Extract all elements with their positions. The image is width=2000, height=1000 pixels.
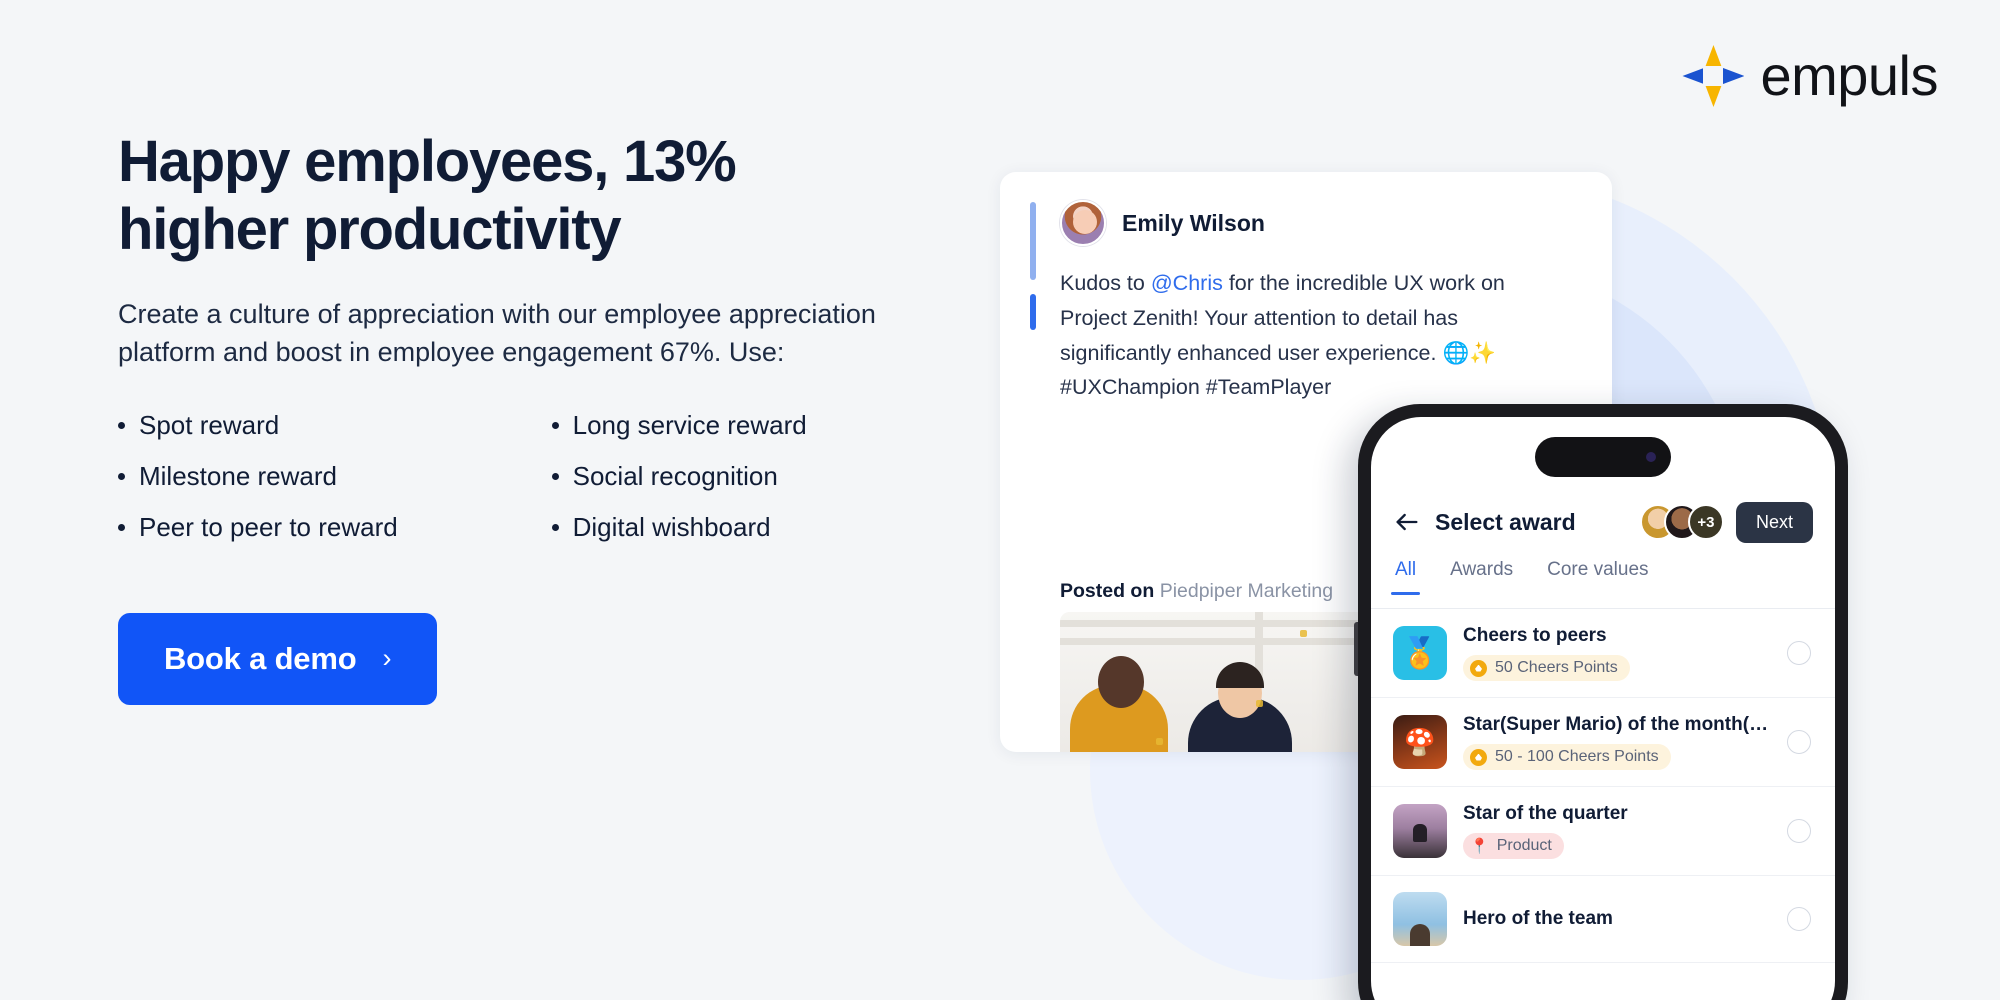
chevron-right-icon: › — [382, 643, 392, 674]
avatar-overflow-count: +3 — [1697, 513, 1715, 531]
phone-screen: Select award +3 Next All Awards Core val… — [1371, 417, 1835, 1000]
sunset-photo-icon — [1393, 804, 1447, 858]
confetti — [1256, 700, 1263, 707]
bullet-dot-icon — [551, 421, 559, 429]
category-chip: 📍 Product — [1463, 833, 1564, 859]
list-item[interactable]: Star(Super Mario) of the month(Dec... 50… — [1371, 698, 1835, 787]
accent-bar-light — [1030, 202, 1036, 280]
award-select-radio[interactable] — [1787, 907, 1811, 931]
list-item-label: Social recognition — [572, 460, 778, 491]
cta-label: Book a demo — [164, 640, 357, 676]
award-category-tabs: All Awards Core values — [1371, 559, 1835, 609]
award-select-radio[interactable] — [1787, 730, 1811, 754]
points-chip-label: 50 - 100 Cheers Points — [1495, 748, 1659, 765]
bullet-dot-icon — [551, 472, 559, 480]
bullet-dot-icon — [118, 523, 125, 531]
list-item-label: Peer to peer to reward — [139, 511, 398, 542]
posted-on-line: Posted on Piedpiper Marketing — [1060, 580, 1333, 603]
category-chip-label: Product — [1496, 837, 1552, 854]
portrait-photo-icon — [1393, 892, 1447, 946]
post-accent-bars — [1030, 202, 1036, 330]
hero-content: Happy employees, 13% higher productivity… — [118, 128, 908, 705]
list-item[interactable]: Cheers to peers 50 Cheers Points — [1371, 609, 1835, 698]
feature-list-column-left: Spot reward Milestone reward Peer to pee… — [118, 412, 552, 565]
pin-icon: 📍 — [1470, 838, 1489, 855]
dynamic-island — [1535, 437, 1671, 477]
brand-logo[interactable]: empuls — [1682, 45, 1938, 107]
book-a-demo-button[interactable]: Book a demo › — [118, 612, 438, 705]
list-item: Spot reward — [118, 412, 552, 438]
list-item: Milestone reward — [118, 463, 552, 489]
empuls-four-point-star-icon — [1682, 45, 1745, 107]
phone-side-button — [1354, 622, 1358, 676]
award-info: Star(Super Mario) of the month(Dec... 50… — [1463, 714, 1771, 770]
list-item: Long service reward — [551, 409, 908, 440]
confetti — [1156, 738, 1163, 745]
post-author-name: Emily Wilson — [1122, 209, 1265, 236]
post-header: Emily Wilson — [1060, 200, 1265, 246]
tab-all[interactable]: All — [1390, 559, 1421, 595]
topbar-actions: +3 Next — [1639, 501, 1813, 543]
front-camera-icon — [1646, 452, 1656, 462]
award-title: Star(Super Mario) of the month(Dec... — [1463, 714, 1771, 735]
award-info: Cheers to peers 50 Cheers Points — [1463, 625, 1771, 681]
tab-awards[interactable]: Awards — [1450, 559, 1513, 595]
recipient-avatar-stack[interactable]: +3 — [1639, 504, 1724, 540]
list-item[interactable]: Star of the quarter 📍 Product — [1371, 787, 1835, 876]
photo-person-head — [1098, 656, 1144, 708]
list-item: Peer to peer to reward — [118, 514, 552, 540]
logo-petal-bottom — [1704, 83, 1723, 107]
phone-mockup: Select award +3 Next All Awards Core val… — [1354, 404, 1848, 1000]
award-info: Hero of the team — [1463, 908, 1771, 930]
award-select-radio[interactable] — [1787, 641, 1811, 665]
brand-name: empuls — [1760, 44, 1938, 107]
list-item-label: Digital wishboard — [572, 511, 771, 542]
user-mention-link[interactable]: @Chris — [1151, 271, 1223, 295]
list-item: Digital wishboard — [551, 511, 908, 542]
post-message-prefix: Kudos to — [1060, 271, 1151, 295]
avatar-overflow-badge: +3 — [1687, 504, 1724, 540]
list-item: Social recognition — [551, 460, 908, 491]
list-item-label: Milestone reward — [139, 460, 337, 491]
super-mario-icon — [1393, 715, 1447, 769]
list-item-label: Spot reward — [139, 409, 280, 440]
tab-core-values[interactable]: Core values — [1547, 559, 1648, 595]
post-message: Kudos to @Chris for the incredible UX wo… — [1060, 266, 1570, 405]
page-title: Select award — [1435, 508, 1576, 535]
points-chip: 50 Cheers Points — [1463, 655, 1630, 681]
hero-subheadline: Create a culture of appreciation with ou… — [118, 298, 876, 368]
avatar — [1060, 200, 1106, 246]
logo-petal-right — [1720, 67, 1745, 85]
points-chip: 50 - 100 Cheers Points — [1463, 744, 1671, 770]
list-item[interactable]: Hero of the team — [1371, 876, 1835, 963]
page-title: Happy employees, 13% higher productivity — [118, 129, 737, 263]
posted-on-label: Posted on — [1060, 580, 1155, 602]
next-button[interactable]: Next — [1735, 501, 1813, 543]
feature-list-column-right: Long service reward Social recognition D… — [551, 409, 908, 565]
app-topbar: Select award +3 Next — [1371, 489, 1835, 555]
back-arrow-icon[interactable] — [1393, 508, 1421, 536]
award-title: Star of the quarter — [1463, 803, 1628, 824]
accent-bar-dark — [1030, 294, 1036, 330]
medal-badge-icon — [1393, 626, 1447, 680]
coin-icon — [1470, 659, 1487, 677]
award-list: Cheers to peers 50 Cheers Points Star(Su… — [1371, 609, 1835, 1000]
coin-icon — [1470, 748, 1487, 766]
award-info: Star of the quarter 📍 Product — [1463, 803, 1771, 859]
award-title: Hero of the team — [1463, 908, 1613, 929]
confetti — [1300, 630, 1307, 637]
bullet-dot-icon — [118, 421, 125, 429]
logo-center-square — [1703, 66, 1724, 86]
bullet-dot-icon — [551, 523, 559, 531]
posted-on-channel[interactable]: Piedpiper Marketing — [1160, 580, 1333, 602]
banner-canvas: empuls Happy employees, 13% higher produ… — [0, 0, 2000, 1000]
points-chip-label: 50 Cheers Points — [1495, 659, 1618, 676]
award-title: Cheers to peers — [1463, 625, 1607, 646]
bullet-dot-icon — [118, 472, 125, 480]
feature-list: Spot reward Milestone reward Peer to pee… — [118, 412, 908, 565]
award-select-radio[interactable] — [1787, 819, 1811, 843]
list-item-label: Long service reward — [572, 409, 807, 440]
